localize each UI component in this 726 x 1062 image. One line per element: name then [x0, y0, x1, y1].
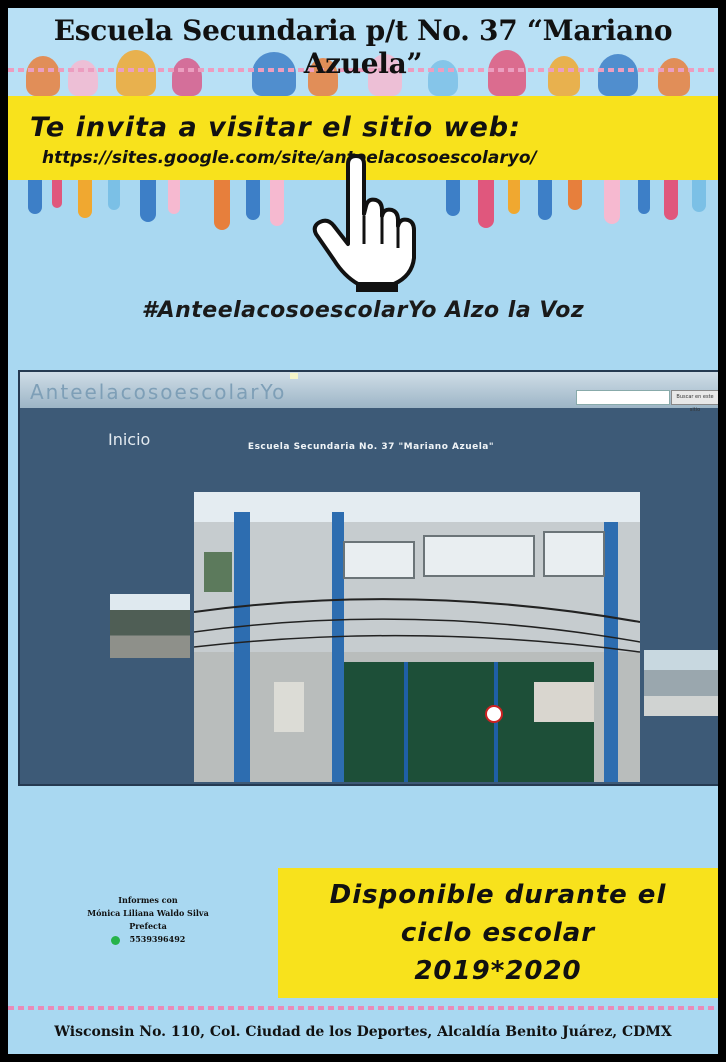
website-url[interactable]: https://sites.google.com/site/anteelacos… — [42, 148, 537, 168]
school-building-photo — [194, 492, 640, 782]
school-title: Escuela Secundaria p/t No. 37 “Mariano A… — [53, 14, 673, 80]
site-notice — [290, 373, 298, 379]
site-search-button: Buscar en este sitio — [671, 390, 718, 413]
poster: Escuela Secundaria p/t No. 37 “Mariano A… — [8, 8, 718, 1054]
invite-text: Te invita a visitar el sitio web: — [30, 112, 521, 143]
thumbnail-photo — [110, 594, 190, 658]
site-logo: AnteelacosoescolarYo — [30, 380, 287, 404]
site-search-input — [576, 390, 670, 405]
availability-banner: Disponible durante el ciclo escolar 2019… — [278, 868, 718, 998]
availability-line-1: Disponible durante el — [329, 880, 667, 910]
campaign-hashtag: #AnteelacosoescolarYo Alzo la Voz — [141, 298, 585, 323]
contact-name: Mónica Liliana Waldo Silva — [87, 908, 209, 918]
availability-line-2: ciclo escolar — [400, 918, 596, 948]
contact-label: Informes con — [118, 895, 178, 905]
pointing-hand-icon — [312, 154, 416, 292]
website-screenshot: AnteelacosoescolarYo Buscar en este siti… — [20, 372, 718, 784]
contact-phone: 5539396492 — [129, 934, 186, 944]
contact-info: Informes con Mónica Liliana Waldo Silva … — [48, 894, 248, 946]
footer-address: Wisconsin No. 110, Col. Ciudad de los De… — [54, 1024, 672, 1040]
availability-line-3: 2019*2020 — [414, 956, 582, 986]
site-page-subtitle: Escuela Secundaria No. 37 "Mariano Azuel… — [247, 442, 495, 452]
contact-role: Prefecta — [129, 921, 167, 931]
site-header: AnteelacosoescolarYo Buscar en este siti… — [20, 372, 718, 413]
thumbnail-photo — [644, 650, 718, 716]
whatsapp-icon — [110, 935, 120, 945]
dotted-divider — [8, 1006, 718, 1010]
header-band: Escuela Secundaria p/t No. 37 “Mariano A… — [8, 8, 718, 96]
